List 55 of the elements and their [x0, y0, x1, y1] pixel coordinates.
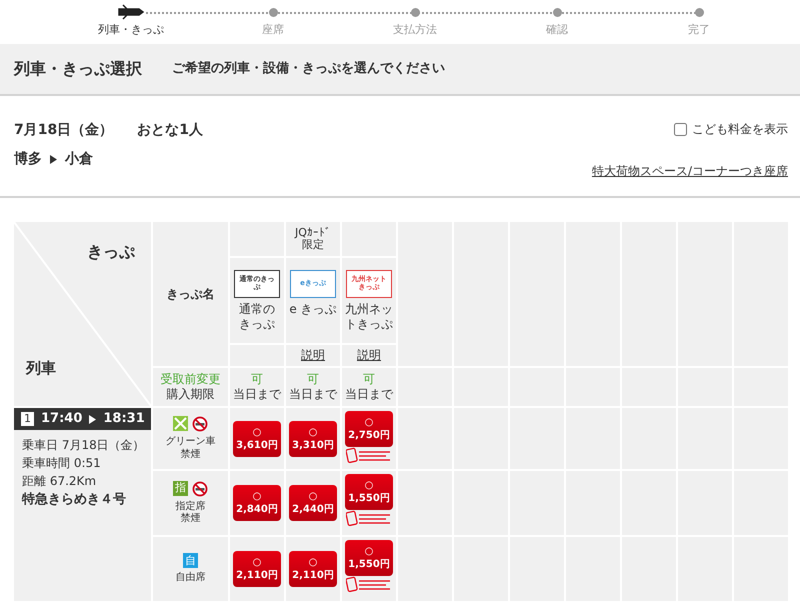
fare-button[interactable]: ○ 2,440円 [289, 485, 337, 521]
passenger-count: おとな1人 [137, 121, 203, 140]
step-label: 列車・きっぷ [98, 22, 164, 38]
train-detail: 乗車時間 0:51 [22, 456, 102, 471]
fare-button[interactable]: ○ 3,610円 [233, 420, 281, 456]
train-time-bar[interactable]: 1 17:40 18:31 [14, 408, 151, 430]
fare-button[interactable]: ○ 3,310円 [289, 420, 337, 456]
departure-station: 博多 [14, 150, 42, 169]
purchase-deadline: 当日まで [289, 387, 337, 402]
purchase-deadline: 当日まで [233, 387, 281, 402]
page-title: 列車・きっぷ選択 [14, 58, 142, 80]
fare-button[interactable]: ○ 1,550円 [345, 474, 393, 510]
seat-type-badge: 自 [183, 553, 198, 568]
checkbox-label: こども料金を表示 [692, 121, 788, 138]
step-label: 座席 [262, 22, 284, 38]
ticket-name: 九州ネッ トきっぷ [345, 302, 393, 332]
step-label: 完了 [688, 22, 710, 38]
travel-date: 7月18日（金） [14, 121, 114, 140]
train-name: 特急きらめき４号 [22, 492, 127, 508]
info-link[interactable]: 説明 [357, 348, 381, 363]
column-heading: 受取前変更 [160, 372, 220, 387]
step-label: 確認 [546, 22, 568, 38]
ticket-name: 通常の きっぷ [239, 302, 275, 332]
train-detail: 乗車日 7月18日（金） [22, 438, 146, 453]
ticket-name: e きっぷ [289, 302, 337, 317]
corner-heading: きっぷ [87, 242, 135, 262]
seat-type-label: 自由席 [176, 572, 206, 585]
arrival-station: 小倉 [65, 150, 93, 169]
seat-type-badge: 指 [173, 480, 188, 496]
column-heading: きっぷ名 [166, 286, 214, 302]
page-subtitle: ご希望の列車・設備・きっぷを選んでください [172, 60, 445, 78]
column-heading: 購入期限 [166, 387, 214, 402]
fare-button[interactable]: ○ 2,110円 [233, 551, 281, 587]
purchase-deadline: 当日まで [345, 387, 393, 402]
ticket-note: JQｶｰﾄﾞ 限定 [295, 226, 331, 252]
fare-button[interactable]: ○ 2,750円 [345, 411, 393, 447]
step-label: 支払方法 [393, 22, 437, 38]
arrow-icon [50, 155, 57, 164]
seat-option-link[interactable]: 特大荷物スペース/コーナーつき座席 [592, 162, 788, 180]
change-status: 可 [307, 372, 319, 387]
fare-button[interactable]: ○ 1,550円 [345, 540, 393, 576]
train-detail: 距離 67.2Km [22, 474, 98, 489]
arrival-time: 18:31 [103, 410, 145, 428]
seat-type-label: グリーン車 禁煙 [166, 436, 216, 461]
child-fare-checkbox[interactable] [674, 122, 687, 136]
fare-button[interactable]: ○ 2,110円 [289, 551, 337, 587]
arrow-icon [89, 414, 96, 424]
info-link[interactable]: 説明 [301, 348, 325, 363]
seat-type-label: 指定席 禁煙 [176, 500, 206, 526]
change-status: 可 [363, 372, 375, 387]
change-status: 可 [251, 372, 263, 387]
train-number: 1 [21, 412, 34, 426]
departure-time: 17:40 [41, 410, 82, 428]
fare-button[interactable]: ○ 2,840円 [233, 485, 281, 521]
corner-heading: 列車 [26, 359, 56, 378]
